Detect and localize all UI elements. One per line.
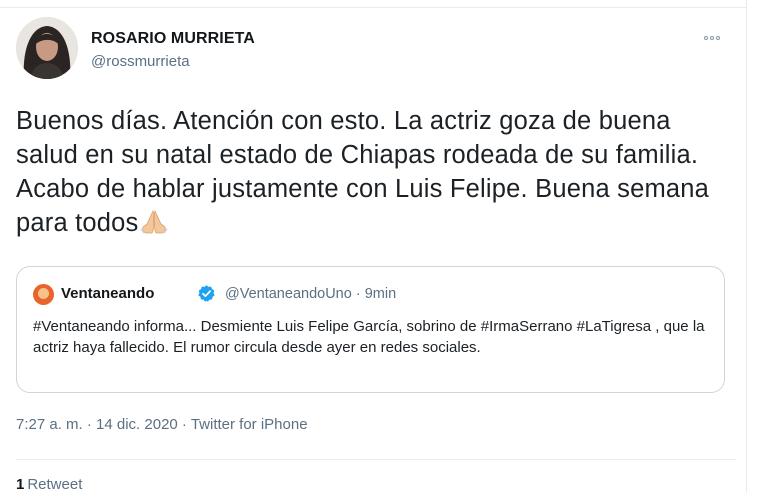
verified-badge-icon — [198, 285, 215, 302]
author-name[interactable]: ROSARIO MURRIETA — [91, 30, 255, 48]
tweet-body: Buenos días. Atención con esto. La actri… — [16, 107, 710, 237]
quoted-text: #Ventaneando informa... Desmiente Luis F… — [33, 318, 705, 356]
retweet-label: Retweet — [27, 476, 83, 493]
retweet-number: 1 — [16, 476, 25, 493]
quoted-time: 9min — [364, 286, 397, 302]
top-divider — [0, 7, 746, 8]
tweet-timestamp[interactable]: 7:27 a. m. · 14 dic. 2020 · Twitter for … — [16, 416, 308, 433]
author-avatar[interactable] — [16, 17, 78, 79]
folded-hands-icon — [139, 209, 168, 234]
quoted-handle: @VentaneandoUno — [225, 286, 352, 302]
quoted-author-name[interactable]: Ventaneando — [61, 285, 154, 302]
more-options-icon[interactable] — [701, 31, 723, 45]
retweet-count[interactable]: 1 Retweet — [16, 476, 82, 493]
quoted-avatar[interactable] — [33, 284, 54, 305]
tweet-text: Buenos días. Atención con esto. La actri… — [16, 104, 736, 240]
quoted-tweet-card[interactable]: Ventaneando @VentaneandoUno · 9min #Vent… — [16, 266, 725, 393]
quoted-meta: @VentaneandoUno · 9min — [225, 286, 397, 302]
stats-divider — [16, 459, 736, 460]
author-handle[interactable]: @rossmurrieta — [91, 53, 190, 70]
right-divider — [746, 0, 747, 493]
